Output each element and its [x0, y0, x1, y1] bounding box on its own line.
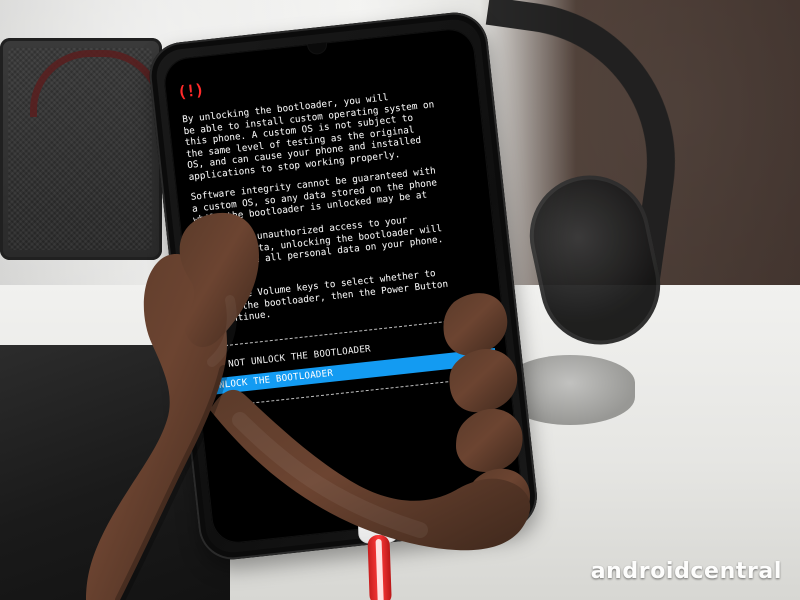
background-speaker — [0, 38, 164, 260]
camera-notch — [307, 42, 327, 55]
watermark-text: androidcentral — [590, 559, 782, 584]
photo-scene: (!) By unlocking the bootloader, you wil… — [0, 0, 800, 600]
speaker-handle — [30, 50, 164, 117]
bootloader-screen: (!) By unlocking the bootloader, you wil… — [161, 26, 525, 546]
warning-icon: (!) — [176, 80, 205, 102]
phone: (!) By unlocking the bootloader, you wil… — [146, 9, 541, 563]
phone-wrap: (!) By unlocking the bootloader, you wil… — [146, 9, 541, 563]
usb-cable — [348, 504, 409, 600]
bootloader-menu: DO NOT UNLOCK THE BOOTLOADER UNLOCK THE … — [204, 310, 499, 411]
